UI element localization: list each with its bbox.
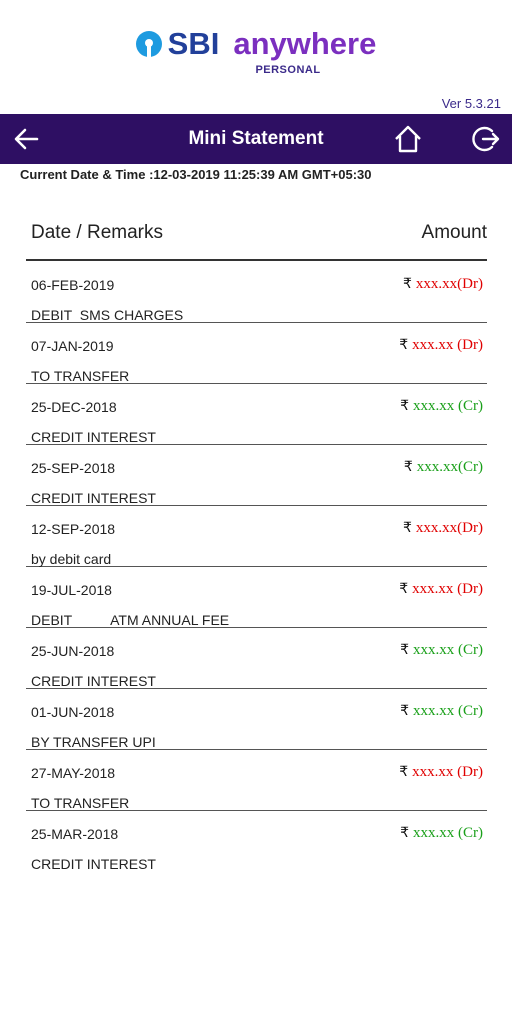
- transaction-date: 25-DEC-2018: [31, 399, 117, 415]
- logo-product: anywhere: [233, 26, 377, 61]
- transaction-remark: TO TRANSFER: [31, 795, 130, 811]
- table-row: 25-DEC-2018 CREDIT INTEREST ₹ xxx.xx (Cr): [26, 384, 487, 445]
- transaction-amount: ₹ xxx.xx(Cr): [404, 459, 483, 476]
- rupee-icon: ₹: [403, 520, 412, 536]
- rupee-icon: ₹: [399, 337, 409, 353]
- transaction-remark: CREDIT INTEREST: [31, 429, 156, 445]
- logo-brand: SBI: [167, 26, 220, 61]
- amount-value: xxx.xx (Dr): [412, 764, 483, 780]
- header-divider: [26, 259, 487, 261]
- amount-value: xxx.xx (Dr): [412, 581, 483, 597]
- version-label: Ver 5.3.21: [441, 96, 501, 111]
- table-row: 25-SEP-2018 CREDIT INTEREST ₹ xxx.xx(Cr): [26, 445, 487, 506]
- transaction-remark: CREDIT INTEREST: [31, 490, 156, 506]
- transaction-amount: ₹ xxx.xx (Cr): [400, 642, 483, 659]
- transaction-amount: ₹ xxx.xx(Dr): [403, 520, 483, 537]
- sbi-keyhole-icon: [135, 31, 162, 57]
- transaction-date: 19-JUL-2018: [31, 582, 112, 598]
- transaction-amount: ₹ xxx.xx (Dr): [399, 764, 483, 781]
- rupee-icon: ₹: [403, 276, 412, 292]
- rupee-icon: ₹: [400, 825, 409, 841]
- amount-value: xxx.xx (Dr): [412, 337, 483, 353]
- transaction-date: 25-SEP-2018: [31, 460, 116, 476]
- rupee-icon: ₹: [403, 459, 413, 475]
- transaction-amount: ₹ xxx.xx (Cr): [400, 825, 483, 842]
- table-row: 07-JAN-2019 TO TRANSFER ₹ xxx.xx (Dr): [26, 323, 487, 384]
- transaction-remark: CREDIT INTEREST: [31, 856, 156, 872]
- column-header-amount: Amount: [421, 222, 487, 243]
- transaction-amount: ₹ xxx.xx (Cr): [400, 398, 483, 415]
- transaction-remark: by debit card: [31, 551, 112, 567]
- transaction-remark: DEBIT ATM ANNUAL FEE: [31, 612, 230, 628]
- amount-value: xxx.xx (Cr): [413, 825, 483, 841]
- transaction-date: 12-SEP-2018: [31, 521, 116, 537]
- table-row: 12-SEP-2018 by debit card ₹ xxx.xx(Dr): [26, 506, 487, 567]
- amount-value: xxx.xx(Dr): [415, 276, 483, 292]
- transaction-amount: ₹ xxx.xx(Dr): [403, 276, 483, 293]
- home-icon[interactable]: [393, 124, 423, 154]
- transaction-date: 25-JUN-2018: [31, 643, 115, 659]
- table-row: 27-MAY-2018 TO TRANSFER ₹ xxx.xx (Dr): [26, 750, 487, 811]
- transaction-amount: ₹ xxx.xx (Dr): [399, 337, 483, 354]
- rupee-icon: ₹: [400, 703, 409, 719]
- top-bar: Mini Statement: [0, 114, 512, 164]
- logout-icon[interactable]: [472, 125, 500, 153]
- table-row: 25-JUN-2018 CREDIT INTEREST ₹ xxx.xx (Cr): [26, 628, 487, 689]
- table-row: 25-MAR-2018 CREDIT INTEREST ₹ xxx.xx (Cr): [26, 811, 487, 872]
- table-header: Date / Remarks Amount: [31, 222, 487, 244]
- amount-value: xxx.xx(Cr): [416, 459, 483, 475]
- amount-value: xxx.xx (Cr): [413, 642, 483, 658]
- amount-value: xxx.xx (Cr): [413, 703, 483, 719]
- transaction-date: 01-JUN-2018: [31, 704, 115, 720]
- transaction-remark: BY TRANSFER UPI: [31, 734, 156, 750]
- transaction-date: 06-FEB-2019: [31, 277, 115, 293]
- transaction-date: 25-MAR-2018: [31, 826, 119, 842]
- rupee-icon: ₹: [399, 764, 409, 780]
- transaction-date: 07-JAN-2019: [31, 338, 114, 354]
- transaction-remark: DEBIT SMS CHARGES: [31, 307, 184, 323]
- transaction-amount: ₹ xxx.xx (Cr): [400, 703, 483, 720]
- amount-value: xxx.xx(Dr): [415, 520, 483, 536]
- page-title: Mini Statement: [188, 128, 324, 149]
- rupee-icon: ₹: [399, 581, 409, 597]
- amount-value: xxx.xx (Cr): [413, 398, 483, 414]
- transaction-remark: CREDIT INTEREST: [31, 673, 156, 689]
- transaction-amount: ₹ xxx.xx (Dr): [399, 581, 483, 598]
- table-row: 19-JUL-2018 DEBIT ATM ANNUAL FEE ₹ xxx.xx (…: [26, 567, 487, 628]
- transaction-date: 27-MAY-2018: [31, 765, 116, 781]
- column-header-date-remarks: Date / Remarks: [31, 222, 163, 243]
- current-datetime: Current Date & Time :12-03-2019 11:25:39…: [20, 167, 372, 182]
- table-row: 01-JUN-2018 BY TRANSFER UPI ₹ xxx.xx (Cr): [26, 689, 487, 750]
- transaction-remark: TO TRANSFER: [31, 368, 130, 384]
- app-logo: SBI anywhere PERSONAL: [0, 26, 512, 76]
- statement-list: 06-FEB-2019 DEBIT SMS CHARGES ₹ xxx.xx(Dr) 0…: [26, 262, 487, 872]
- rupee-icon: ₹: [400, 642, 409, 658]
- rupee-icon: ₹: [400, 398, 409, 414]
- table-row: 06-FEB-2019 DEBIT SMS CHARGES ₹ xxx.xx(Dr): [26, 262, 487, 323]
- logo-subtitle: PERSONAL: [255, 64, 321, 76]
